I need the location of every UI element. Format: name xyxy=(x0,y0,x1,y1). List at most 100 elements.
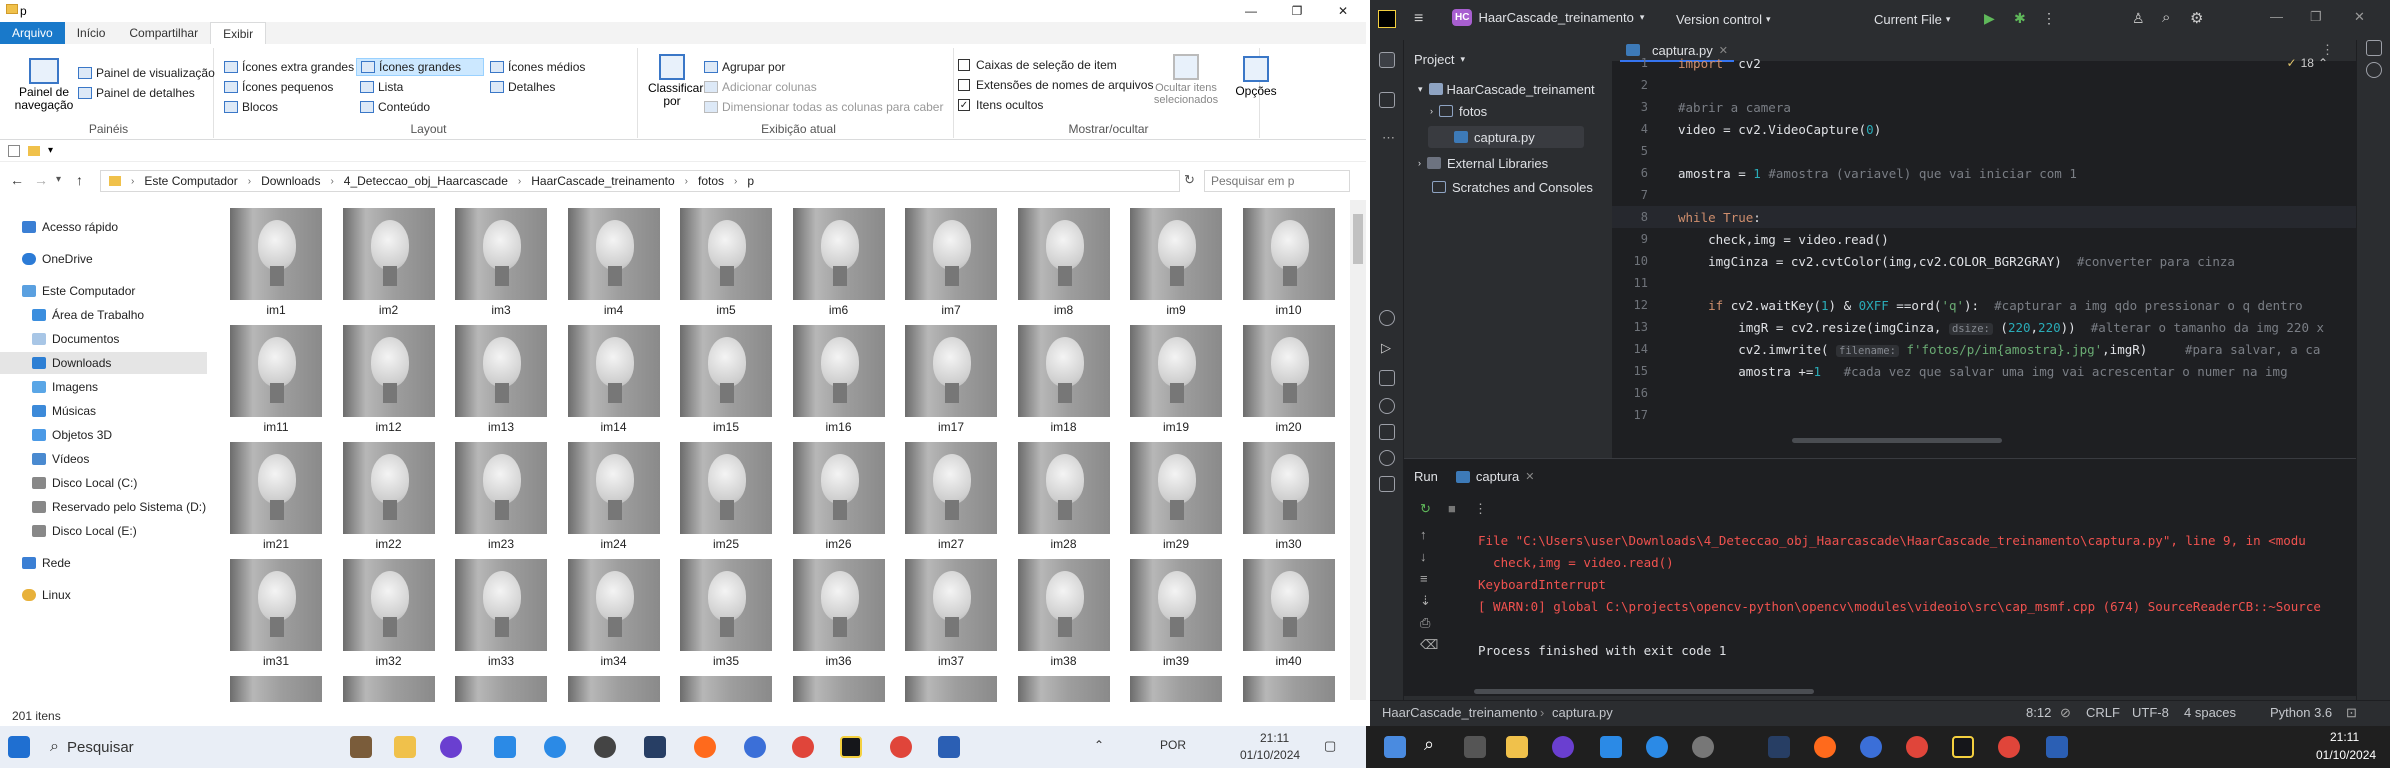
layers-icon[interactable] xyxy=(1379,370,1395,386)
tree-external-libs[interactable]: › External Libraries xyxy=(1418,152,1548,174)
stop-icon[interactable]: ■ xyxy=(1448,501,1456,516)
status-path-file[interactable]: captura.py xyxy=(1552,705,1613,720)
ai-assistant-icon[interactable] xyxy=(2366,62,2382,78)
options-button[interactable]: Opções xyxy=(1234,56,1278,98)
layout-medium[interactable]: Ícones médios xyxy=(490,60,585,74)
git-icon[interactable] xyxy=(1379,476,1395,492)
nav-3d-objects[interactable]: Objetos 3D xyxy=(0,424,207,446)
clock-time[interactable]: 21:11 xyxy=(1260,731,1289,745)
file-thumbnail[interactable]: im3 xyxy=(455,208,547,321)
nav-drive-d[interactable]: Reservado pelo Sistema (D:) xyxy=(0,496,207,518)
gear-icon[interactable]: ⚙ xyxy=(2190,9,2203,27)
preview-pane-button[interactable]: Painel de visualização xyxy=(78,66,215,80)
add-columns-button[interactable]: Adicionar colunas xyxy=(704,80,817,94)
file-thumbnail[interactable]: im20 xyxy=(1242,325,1335,438)
project-header[interactable]: Project ▾ xyxy=(1414,52,1465,67)
file-thumbnail[interactable] xyxy=(342,676,435,702)
forward-arrow-icon[interactable]: → xyxy=(34,172,48,188)
file-thumbnail[interactable]: im14 xyxy=(567,325,660,438)
folder-icon[interactable] xyxy=(1379,52,1395,68)
tree-scratches[interactable]: Scratches and Consoles xyxy=(1432,176,1593,198)
nav-pictures[interactable]: Imagens xyxy=(0,376,207,398)
new-folder-icon[interactable] xyxy=(28,145,40,156)
refresh-icon[interactable]: ↻ xyxy=(1184,172,1195,188)
menu-icon[interactable]: ≡ xyxy=(1414,10,1423,28)
back-arrow-icon[interactable]: ← xyxy=(10,172,24,188)
pycharm-icon[interactable] xyxy=(840,736,862,758)
file-thumbnail[interactable]: im19 xyxy=(1130,325,1222,438)
layout-list[interactable]: Lista xyxy=(360,80,403,94)
file-thumbnail[interactable] xyxy=(455,676,547,702)
nav-onedrive[interactable]: OneDrive xyxy=(0,248,207,270)
vscode-icon[interactable] xyxy=(494,736,516,758)
layout-extra-large[interactable]: Ícones extra grandes xyxy=(224,60,354,74)
interpreter[interactable]: Python 3.6 xyxy=(2270,705,2332,720)
search-icon[interactable]: ⌕ xyxy=(1424,734,1434,755)
file-thumbnail[interactable]: im28 xyxy=(1017,442,1110,555)
browser-icon[interactable] xyxy=(1646,736,1668,758)
breadcrumb-item[interactable]: p xyxy=(747,174,754,188)
close-button[interactable]: ✕ xyxy=(1320,0,1366,22)
file-thumbnail[interactable]: im6 xyxy=(792,208,885,321)
restore-icon[interactable]: ❐ xyxy=(2310,9,2322,25)
taskbar-search[interactable]: ⌕ Pesquisar xyxy=(50,732,330,762)
windows-start-icon[interactable] xyxy=(1384,736,1406,758)
app-icon[interactable] xyxy=(1860,736,1882,758)
sort-by-button[interactable]: Classificar por xyxy=(648,54,703,108)
add-user-icon[interactable]: ♙ xyxy=(2132,10,2145,27)
up-arrow-icon[interactable]: ↑ xyxy=(1420,527,1427,542)
checkbox-checked[interactable]: ✓ xyxy=(958,99,970,111)
tree-fotos[interactable]: › fotos xyxy=(1430,100,1487,122)
terminal-icon[interactable] xyxy=(1379,424,1395,440)
chrome-icon[interactable] xyxy=(1998,736,2020,758)
horizontal-scrollbar[interactable] xyxy=(1474,689,1814,694)
nav-drive-c[interactable]: Disco Local (C:) xyxy=(0,472,207,494)
customize-qat-icon[interactable]: ▾ xyxy=(48,145,53,156)
file-thumbnail[interactable]: im26 xyxy=(792,442,885,555)
app-icon[interactable] xyxy=(744,736,766,758)
up-arrow-icon[interactable]: ↑ xyxy=(76,172,83,188)
app-icon[interactable] xyxy=(1768,736,1790,758)
chrome-icon[interactable] xyxy=(792,736,814,758)
file-thumbnail[interactable] xyxy=(680,676,772,702)
app-icon[interactable] xyxy=(594,736,616,758)
chrome-icon[interactable] xyxy=(890,736,912,758)
problems-icon[interactable] xyxy=(1379,450,1395,466)
file-thumbnail[interactable]: im22 xyxy=(342,442,435,555)
tree-captura[interactable]: captura.py xyxy=(1428,126,1584,148)
file-thumbnail[interactable]: im1 xyxy=(230,208,322,321)
app-icon[interactable] xyxy=(440,736,462,758)
task-view-icon[interactable] xyxy=(1464,736,1486,758)
layout-small[interactable]: Ícones pequenos xyxy=(224,80,333,94)
file-thumbnail[interactable]: im25 xyxy=(680,442,772,555)
address-bar[interactable]: › Este Computador › Downloads › 4_Deteccao… xyxy=(100,170,1180,192)
breadcrumb-item[interactable]: 4_Deteccao_obj_Haarcascade › xyxy=(344,174,531,188)
tab-arquivo[interactable]: Arquivo xyxy=(0,22,65,44)
structure-icon[interactable] xyxy=(1379,92,1395,108)
read-only-icon[interactable]: ⊘ xyxy=(2060,705,2071,721)
clock-date-right[interactable]: 01/10/2024 xyxy=(2316,748,2376,762)
lang-indicator[interactable]: POR xyxy=(1160,738,1186,752)
file-thumbnail[interactable] xyxy=(1242,676,1335,702)
extensions-toggle[interactable]: Extensões de nomes de arquivos xyxy=(958,78,1153,92)
close-icon[interactable]: ✕ xyxy=(2354,9,2365,25)
app-icon[interactable] xyxy=(1814,736,1836,758)
app-icon[interactable] xyxy=(1692,736,1714,758)
file-thumbnail[interactable]: im38 xyxy=(1017,559,1110,672)
nav-drive-e[interactable]: Disco Local (E:) xyxy=(0,520,207,542)
breadcrumb-item[interactable]: Downloads › xyxy=(261,174,344,188)
notification-icon[interactable]: ▢ xyxy=(1324,738,1336,754)
file-thumbnail[interactable]: im40 xyxy=(1242,559,1335,672)
search-input[interactable]: Pesquisar em p xyxy=(1204,170,1350,192)
file-thumbnail[interactable]: im33 xyxy=(455,559,547,672)
details-pane-button[interactable]: Painel de detalhes xyxy=(78,86,195,100)
recent-chevron-icon[interactable]: ▾ xyxy=(56,174,61,185)
horizontal-scrollbar[interactable] xyxy=(1792,438,2002,443)
file-thumbnail[interactable] xyxy=(230,676,322,702)
file-thumbnail[interactable]: im15 xyxy=(680,325,772,438)
app-icon[interactable] xyxy=(644,736,666,758)
file-thumbnail[interactable]: im16 xyxy=(792,325,885,438)
tray-chevron-icon[interactable]: ⌃ xyxy=(1094,738,1104,752)
file-thumbnail[interactable]: im39 xyxy=(1130,559,1222,672)
checkbox[interactable] xyxy=(958,59,970,71)
